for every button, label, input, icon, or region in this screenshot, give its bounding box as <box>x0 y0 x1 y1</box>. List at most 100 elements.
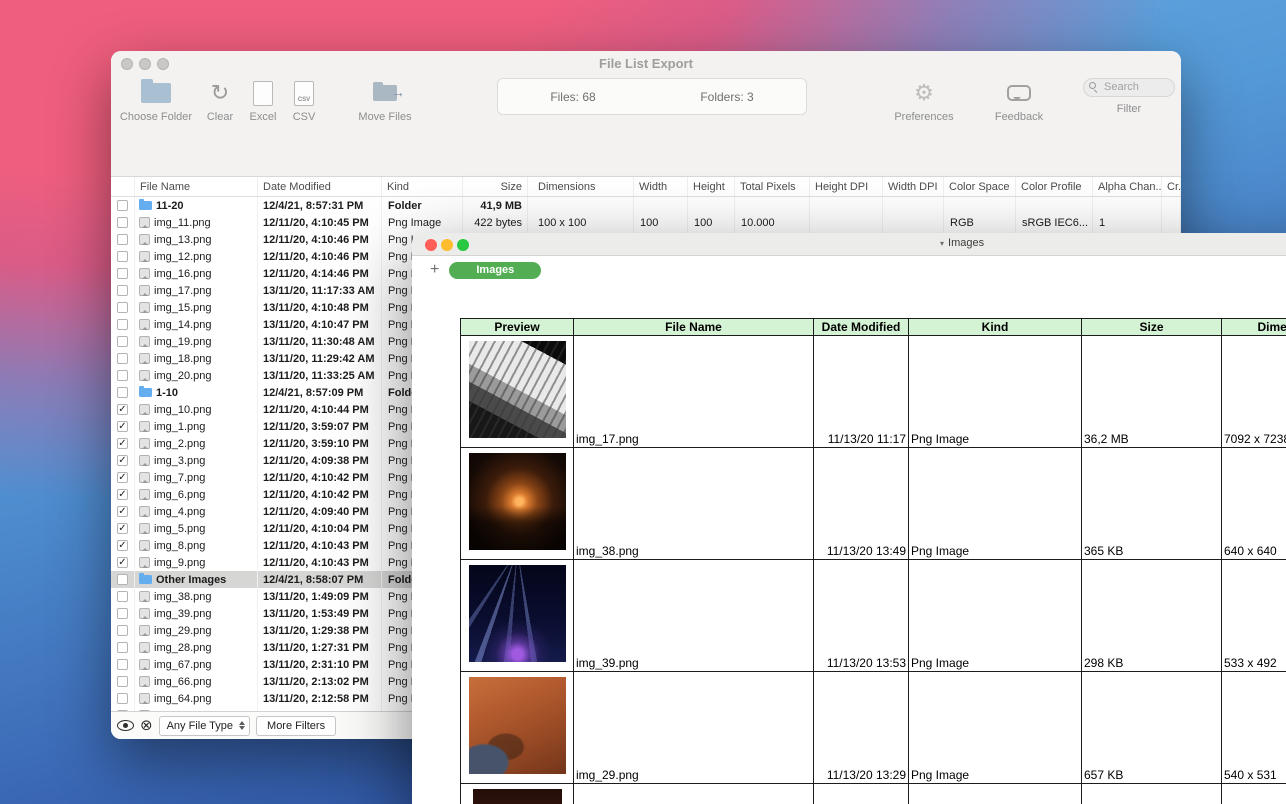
file-name-cell: img_67.png <box>135 656 258 673</box>
preview-titlebar[interactable]: ▾ Images <box>412 233 1286 256</box>
preview-date-modified: 11/13/20 13:53 <box>814 560 909 672</box>
csv-export-button[interactable]: CSV CSV <box>283 78 325 123</box>
row-checkbox[interactable]: ✓ <box>117 523 128 534</box>
image-file-icon <box>139 285 150 296</box>
row-checkbox[interactable]: ✓ <box>117 455 128 466</box>
row-checkbox[interactable] <box>117 353 128 364</box>
date-modified-cell: 12/11/20, 4:09:40 PM <box>258 503 382 520</box>
image-file-icon <box>139 557 150 568</box>
file-type-select[interactable]: Any File Type <box>159 716 250 736</box>
choose-folder-button[interactable]: Choose Folder <box>115 78 197 123</box>
row-checkbox[interactable]: ✓ <box>117 557 128 568</box>
row-checkbox[interactable] <box>117 693 128 704</box>
move-files-button[interactable]: → Move Files <box>349 78 421 123</box>
column-header[interactable]: Date Modified <box>258 177 382 196</box>
row-checkbox[interactable] <box>117 285 128 296</box>
chevron-down-icon: ▾ <box>940 239 944 248</box>
preview-file-name <box>574 784 814 804</box>
date-modified-cell: 13/11/20, 4:10:47 PM <box>258 316 382 333</box>
row-checkbox[interactable] <box>117 319 128 330</box>
row-checkbox[interactable]: ✓ <box>117 472 128 483</box>
column-header[interactable]: Height <box>688 177 735 196</box>
row-checkbox[interactable] <box>117 336 128 347</box>
row-checkbox[interactable] <box>117 217 128 228</box>
add-sheet-icon[interactable]: + <box>430 262 439 278</box>
row-checkbox[interactable] <box>117 200 128 211</box>
titlebar[interactable]: File List Export <box>111 51 1181 75</box>
file-name-cell: img_17.png <box>135 282 258 299</box>
row-checkbox[interactable]: ✓ <box>117 404 128 415</box>
row-checkbox[interactable] <box>117 234 128 245</box>
folder-icon <box>115 78 197 108</box>
preview-row[interactable]: img_38.png11/13/20 13:49Png Image365 KB6… <box>461 448 1286 560</box>
row-checkbox[interactable] <box>117 574 128 585</box>
row-checkbox[interactable] <box>117 387 128 398</box>
table-row[interactable]: img_11.png12/11/20, 4:10:45 PMPng Image4… <box>111 214 1181 231</box>
row-checkbox[interactable] <box>117 251 128 262</box>
column-header[interactable]: Width <box>634 177 688 196</box>
row-checkbox[interactable] <box>117 268 128 279</box>
date-modified-cell: 13/11/20, 2:31:10 PM <box>258 656 382 673</box>
row-checkbox[interactable] <box>117 642 128 653</box>
preview-date-modified: 11/13/20 13:49 <box>814 448 909 560</box>
tab-images-label: Images <box>476 264 514 276</box>
column-header[interactable]: Alpha Chan... <box>1093 177 1162 196</box>
column-header[interactable]: Color Space <box>944 177 1016 196</box>
date-modified-cell: 13/11/20, 1:27:31 PM <box>258 639 382 656</box>
row-checkbox[interactable]: ✓ <box>117 540 128 551</box>
sheet-disclosure[interactable]: ▾ Images <box>940 237 984 249</box>
row-checkbox[interactable] <box>117 370 128 381</box>
row-checkbox[interactable] <box>117 302 128 313</box>
counts-box: Files: 68 Folders: 3 <box>497 78 807 115</box>
preview-size: 298 KB <box>1082 560 1222 672</box>
row-checkbox[interactable] <box>117 591 128 602</box>
clear-button[interactable]: ↻ Clear <box>199 78 241 123</box>
preview-row[interactable] <box>461 784 1286 804</box>
date-modified-cell: 13/11/20, 2:13:02 PM <box>258 673 382 690</box>
excel-export-button[interactable]: Excel <box>242 78 284 123</box>
dimensions-cell: 100 x 100 <box>528 214 634 231</box>
row-checkbox[interactable] <box>117 625 128 636</box>
row-checkbox[interactable] <box>117 659 128 670</box>
file-name-cell: img_13.png <box>135 231 258 248</box>
row-checkbox[interactable] <box>117 676 128 687</box>
close-button[interactable] <box>425 239 437 251</box>
row-checkbox[interactable]: ✓ <box>117 506 128 517</box>
column-header[interactable]: Size <box>463 177 528 196</box>
more-filters-button[interactable]: More Filters <box>256 716 336 736</box>
column-header[interactable]: Height DPI <box>810 177 883 196</box>
eye-icon[interactable] <box>117 720 134 731</box>
file-name: img_39.png <box>154 608 212 620</box>
column-header[interactable]: Color Profile <box>1016 177 1093 196</box>
row-checkbox[interactable]: ✓ <box>117 489 128 500</box>
tab-images[interactable]: Images <box>449 262 541 279</box>
feedback-button[interactable]: Feedback <box>983 78 1055 123</box>
column-header[interactable]: Cr... <box>1162 177 1181 196</box>
column-header[interactable]: Width DPI <box>883 177 944 196</box>
image-file-icon <box>139 353 150 364</box>
column-header[interactable]: Dimensions <box>528 177 634 196</box>
preferences-button[interactable]: ⚙ Preferences <box>883 78 965 123</box>
column-header[interactable]: File Name <box>135 177 258 196</box>
preview-cell <box>461 560 574 672</box>
search-input[interactable] <box>1083 78 1175 97</box>
preview-row[interactable]: img_17.png11/13/20 11:17Png Image36,2 MB… <box>461 336 1286 448</box>
image-file-icon <box>139 472 150 483</box>
table-row[interactable]: 11-2012/4/21, 8:57:31 PMFolder41,9 MB <box>111 197 1181 214</box>
column-header[interactable]: Kind <box>382 177 463 196</box>
width-dpi-cell <box>883 197 944 214</box>
file-name-cell: img_16.png <box>135 265 258 282</box>
preview-row[interactable]: img_39.png11/13/20 13:53Png Image298 KB5… <box>461 560 1286 672</box>
preview-dimensions <box>1222 784 1286 804</box>
zoom-button[interactable] <box>457 239 469 251</box>
file-name: img_20.png <box>154 370 212 382</box>
preview-row[interactable]: img_29.png11/13/20 13:29Png Image657 KB5… <box>461 672 1286 784</box>
row-checkbox[interactable]: ✓ <box>117 438 128 449</box>
row-checkbox[interactable] <box>117 608 128 619</box>
column-header[interactable]: Total Pixels <box>735 177 810 196</box>
file-name: img_7.png <box>154 472 205 484</box>
row-checkbox[interactable]: ✓ <box>117 421 128 432</box>
clear-filter-icon[interactable]: ⊗ <box>140 718 153 733</box>
minimize-button[interactable] <box>441 239 453 251</box>
file-name-cell: img_64.png <box>135 690 258 707</box>
